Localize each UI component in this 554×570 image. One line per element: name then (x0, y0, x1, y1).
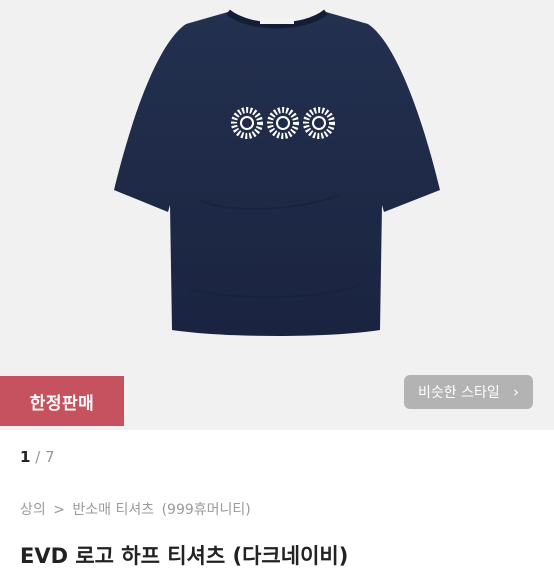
similar-style-label: 비슷한 스타일 (418, 385, 500, 401)
pager-separator: / (35, 448, 41, 466)
breadcrumb-item[interactable]: (999휴머니티) (162, 502, 251, 518)
image-pager: 1 / 7 (20, 448, 55, 466)
similar-style-button[interactable]: 비슷한 스타일 › (404, 375, 533, 409)
pager-current: 1 (20, 448, 31, 466)
product-image[interactable] (0, 0, 554, 430)
breadcrumb-item[interactable]: 반소매 티셔츠 (72, 502, 154, 518)
breadcrumb-separator: > (53, 502, 65, 518)
breadcrumb-item[interactable]: 상의 (20, 502, 46, 518)
breadcrumb: 상의 > 반소매 티셔츠 (999휴머니티) (20, 499, 254, 519)
limited-sale-badge: 한정판매 (0, 376, 124, 426)
tshirt-illustration (114, 9, 440, 336)
product-title: EVD 로고 하프 티셔츠 (다크네이비) (20, 544, 349, 568)
chevron-right-icon: › (513, 383, 519, 401)
pager-total: 7 (45, 448, 55, 466)
